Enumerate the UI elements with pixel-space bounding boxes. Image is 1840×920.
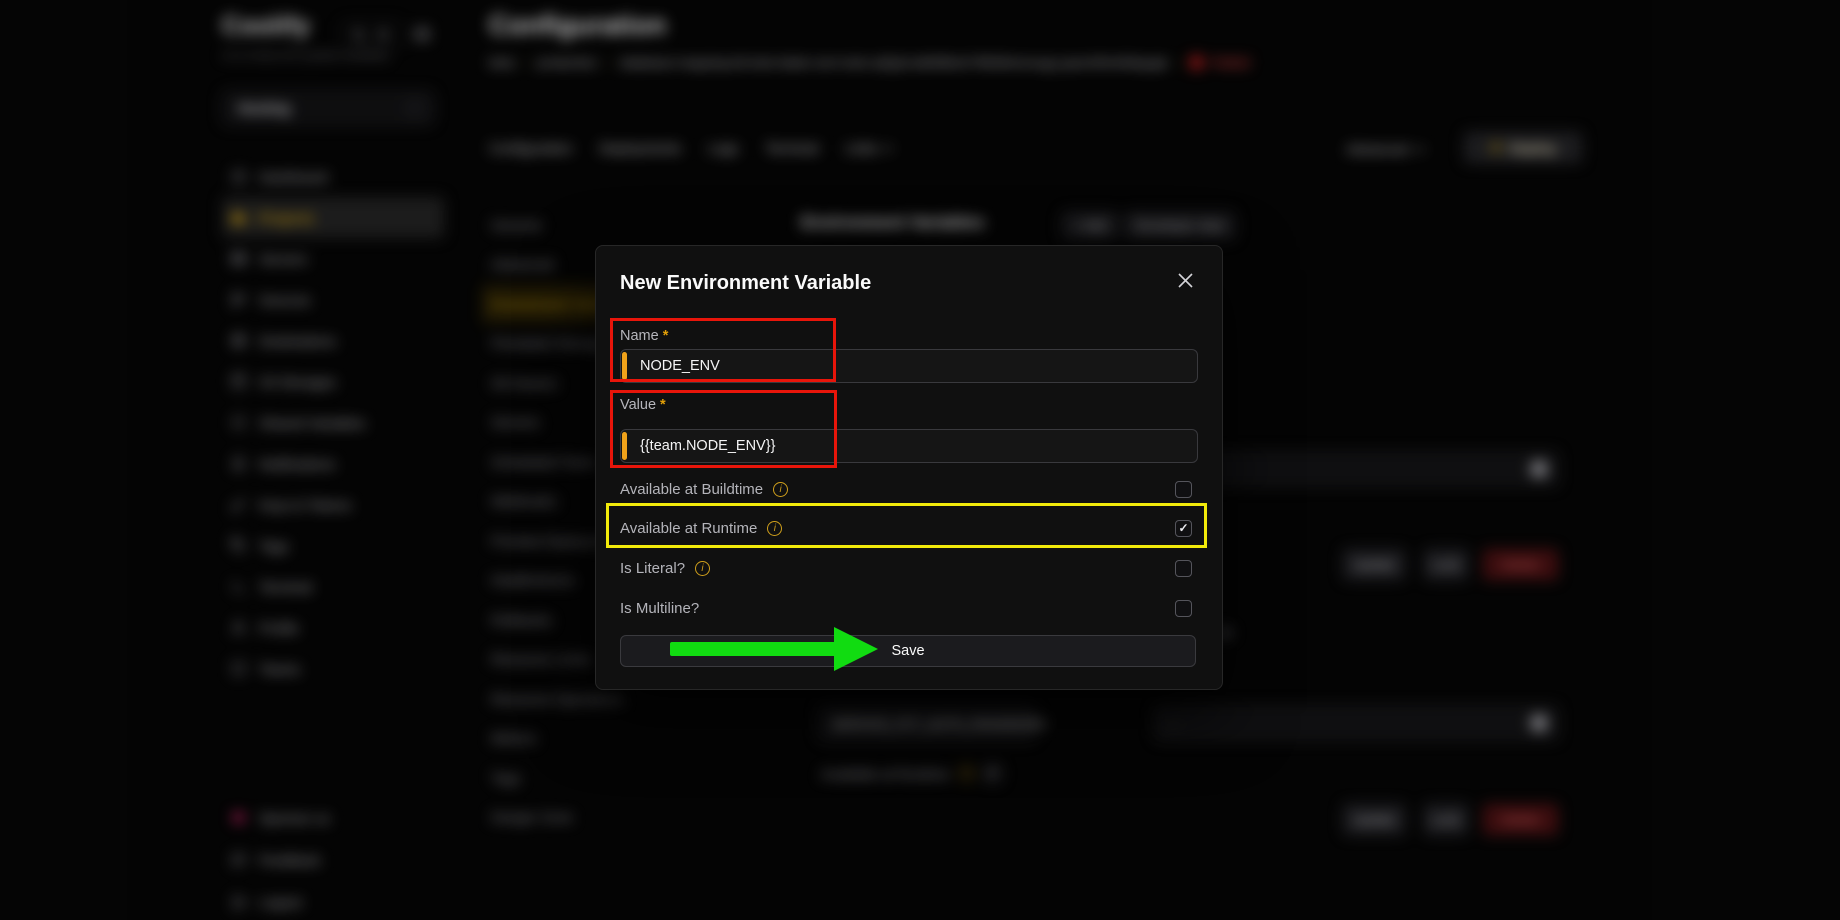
runtime-row: Available at Runtime bbox=[620, 518, 1192, 538]
available-at-buildtime-checkbox[interactable] bbox=[1175, 481, 1192, 498]
name-input[interactable]: NODE_ENV bbox=[620, 349, 1198, 383]
new-env-variable-dialog: New Environment Variable Name* NODE_ENV … bbox=[595, 245, 1223, 690]
info-icon[interactable] bbox=[767, 521, 782, 536]
info-icon[interactable] bbox=[773, 482, 788, 497]
available-at-runtime-checkbox[interactable] bbox=[1175, 520, 1192, 537]
is-multiline-checkbox[interactable] bbox=[1175, 600, 1192, 617]
save-button[interactable]: Save bbox=[620, 635, 1196, 667]
dialog-title: New Environment Variable bbox=[620, 272, 871, 295]
name-label: Name* bbox=[620, 328, 668, 344]
required-accent-bar bbox=[622, 432, 627, 460]
value-label: Value* bbox=[620, 397, 666, 413]
is-multiline-row: Is Multiline? bbox=[620, 598, 1192, 618]
app-root: Coolify v4.0.0-beta.323 (update availabl… bbox=[0, 0, 1840, 920]
value-input[interactable]: {{team.NODE_ENV}} bbox=[620, 429, 1198, 463]
is-literal-checkbox[interactable] bbox=[1175, 560, 1192, 577]
buildtime-row: Available at Buildtime bbox=[620, 479, 1192, 499]
info-icon[interactable] bbox=[695, 561, 710, 576]
is-literal-row: Is Literal? bbox=[620, 558, 1192, 578]
required-accent-bar bbox=[622, 352, 627, 380]
close-icon[interactable] bbox=[1177, 272, 1194, 289]
